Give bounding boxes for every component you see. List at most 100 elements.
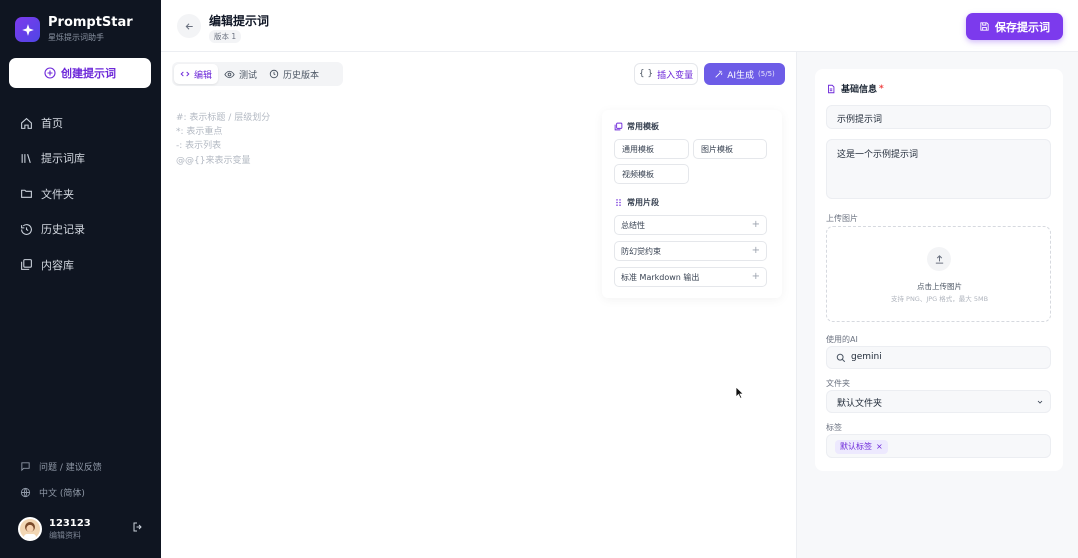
- sidebar-nav: 首页 提示词库 文件夹 历史记录 内容库: [0, 112, 161, 289]
- logout-icon[interactable]: [132, 521, 144, 533]
- templates-heading-label: 常用模板: [627, 122, 659, 131]
- editor-textarea[interactable]: #: 表示标题 / 层级划分 *: 表示重点 -: 表示列表 @@{}来表示变量: [176, 111, 270, 168]
- folder-icon: [20, 187, 41, 200]
- save-icon: [979, 21, 995, 32]
- template-general-button[interactable]: 通用模板: [614, 139, 689, 159]
- template-label: 通用模板: [622, 144, 654, 154]
- drag-grip-icon: [614, 198, 627, 207]
- braces-icon: { }: [638, 69, 654, 79]
- insert-variable-button[interactable]: { } 插入变量: [634, 63, 698, 85]
- upload-hint: 支持 PNG、JPG 格式，最大 5MB: [890, 295, 989, 303]
- prompt-description-value: 这是一个示例提示词: [837, 150, 919, 160]
- save-prompt-button[interactable]: 保存提示词: [966, 13, 1063, 40]
- tags-label: 标签: [826, 423, 842, 432]
- basic-info-title: 基础信息 *: [826, 82, 884, 95]
- save-prompt-label: 保存提示词: [995, 20, 1050, 34]
- snippet-label: 防幻觉约束: [621, 246, 661, 256]
- tab-history[interactable]: 历史版本: [263, 64, 325, 84]
- chevron-down-icon: [1036, 398, 1044, 406]
- language-switch[interactable]: 中文 (简体): [0, 484, 161, 500]
- template-video-button[interactable]: 视频模板: [614, 164, 689, 184]
- template-image-button[interactable]: 图片模板: [693, 139, 767, 159]
- basic-info-label: 基础信息: [841, 85, 878, 95]
- sidebar-item-label: 内容库: [41, 258, 74, 272]
- user-profile[interactable]: 123123 编辑资料: [18, 516, 148, 542]
- ai-model-value: gemini: [851, 352, 882, 362]
- folder-select[interactable]: 默认文件夹: [826, 390, 1051, 413]
- feedback-label: 问题 / 建议反馈: [39, 462, 102, 473]
- sidebar: PromptStar 星烁提示词助手 创建提示词 首页 提示词库 文件夹 历史记…: [0, 0, 161, 558]
- sidebar-item-label: 历史记录: [41, 223, 85, 237]
- template-icon: [614, 122, 627, 131]
- ai-model-input[interactable]: gemini: [826, 346, 1051, 369]
- magic-wand-icon: [714, 69, 727, 79]
- eye-icon: [224, 69, 239, 80]
- library-icon: [20, 152, 41, 165]
- prompt-name-input[interactable]: 示例提示词: [826, 105, 1051, 129]
- brand[interactable]: PromptStar 星烁提示词助手: [15, 16, 133, 43]
- placeholder-line: -: 表示列表: [176, 141, 222, 152]
- basic-info-card: 基础信息 * 示例提示词 这是一个示例提示词 上传图片 点击上传图片 支持 PN…: [815, 69, 1063, 471]
- required-mark: *: [879, 83, 884, 94]
- create-prompt-button[interactable]: 创建提示词: [9, 58, 151, 88]
- sidebar-footer: 问题 / 建议反馈 中文 (简体): [0, 458, 161, 510]
- feedback-link[interactable]: 问题 / 建议反馈: [0, 458, 161, 474]
- tab-test[interactable]: 测试: [218, 64, 263, 84]
- upload-text: 点击上传图片: [917, 282, 962, 291]
- search-icon: [836, 353, 846, 363]
- feedback-icon: [20, 461, 39, 472]
- tab-edit[interactable]: 编辑: [174, 64, 219, 84]
- sidebar-item-library[interactable]: 提示词库: [0, 147, 161, 169]
- folder-label: 文件夹: [826, 379, 850, 388]
- plus-icon[interactable]: +: [752, 245, 760, 256]
- remove-tag-icon[interactable]: ×: [876, 440, 883, 454]
- prompt-name-value: 示例提示词: [837, 115, 883, 125]
- snippet-row[interactable]: 防幻觉约束 +: [614, 241, 767, 261]
- placeholder-line: @@{}来表示变量: [176, 155, 251, 166]
- page-title: 编辑提示词: [209, 14, 270, 28]
- prompt-description-input[interactable]: 这是一个示例提示词: [826, 139, 1051, 199]
- globe-icon: [20, 487, 39, 498]
- sidebar-item-label: 首页: [41, 117, 63, 130]
- code-icon: [180, 69, 194, 79]
- sidebar-item-content-library[interactable]: 内容库: [0, 254, 161, 276]
- mouse-pointer-icon: [735, 386, 744, 399]
- tags-input[interactable]: 默认标签 ×: [826, 434, 1051, 458]
- language-label: 中文 (简体): [39, 488, 85, 499]
- version-badge: 版本 1: [209, 30, 242, 43]
- home-icon: [20, 117, 41, 130]
- tag-chip: 默认标签 ×: [835, 440, 888, 454]
- tab-label: 测试: [239, 70, 258, 81]
- snippets-heading: 常用片段: [614, 197, 659, 208]
- ai-generate-count: (5/5): [758, 70, 775, 78]
- sidebar-item-home[interactable]: 首页: [0, 112, 161, 134]
- plus-icon[interactable]: +: [752, 271, 760, 282]
- image-upload-dropzone[interactable]: 点击上传图片 支持 PNG、JPG 格式，最大 5MB: [826, 226, 1051, 322]
- upload-icon: [927, 247, 951, 271]
- editor-tabs: 编辑 测试 历史版本: [172, 62, 343, 86]
- ai-generate-label: AI生成: [727, 70, 755, 81]
- snippet-label: 总结性: [621, 220, 645, 230]
- sidebar-item-history[interactable]: 历史记录: [0, 218, 161, 240]
- templates-heading: 常用模板: [614, 121, 659, 132]
- tab-label: 历史版本: [283, 70, 320, 81]
- upload-label: 上传图片: [826, 214, 858, 223]
- plus-circle-icon: [44, 67, 61, 79]
- snippets-heading-label: 常用片段: [627, 198, 659, 207]
- user-name: 123123: [49, 517, 91, 529]
- snippet-row[interactable]: 总结性 +: [614, 215, 767, 235]
- info-panel: 基础信息 * 示例提示词 这是一个示例提示词 上传图片 点击上传图片 支持 PN…: [796, 52, 1078, 558]
- clock-icon: [269, 69, 283, 79]
- page-header: 编辑提示词 版本 1 保存提示词: [161, 0, 1078, 52]
- placeholder-line: #: 表示标题 / 层级划分: [176, 113, 271, 123]
- folder-value: 默认文件夹: [837, 399, 883, 409]
- placeholder-line: *: 表示重点: [176, 127, 223, 138]
- ai-generate-button[interactable]: AI生成 (5/5): [704, 63, 785, 85]
- sidebar-item-label: 提示词库: [41, 152, 85, 166]
- brand-name: PromptStar: [48, 15, 133, 30]
- plus-icon[interactable]: +: [752, 219, 760, 230]
- snippet-row[interactable]: 标准 Markdown 输出 +: [614, 267, 767, 287]
- arrow-left-icon: [184, 21, 195, 32]
- sidebar-item-folder[interactable]: 文件夹: [0, 183, 161, 205]
- back-button[interactable]: [177, 14, 201, 38]
